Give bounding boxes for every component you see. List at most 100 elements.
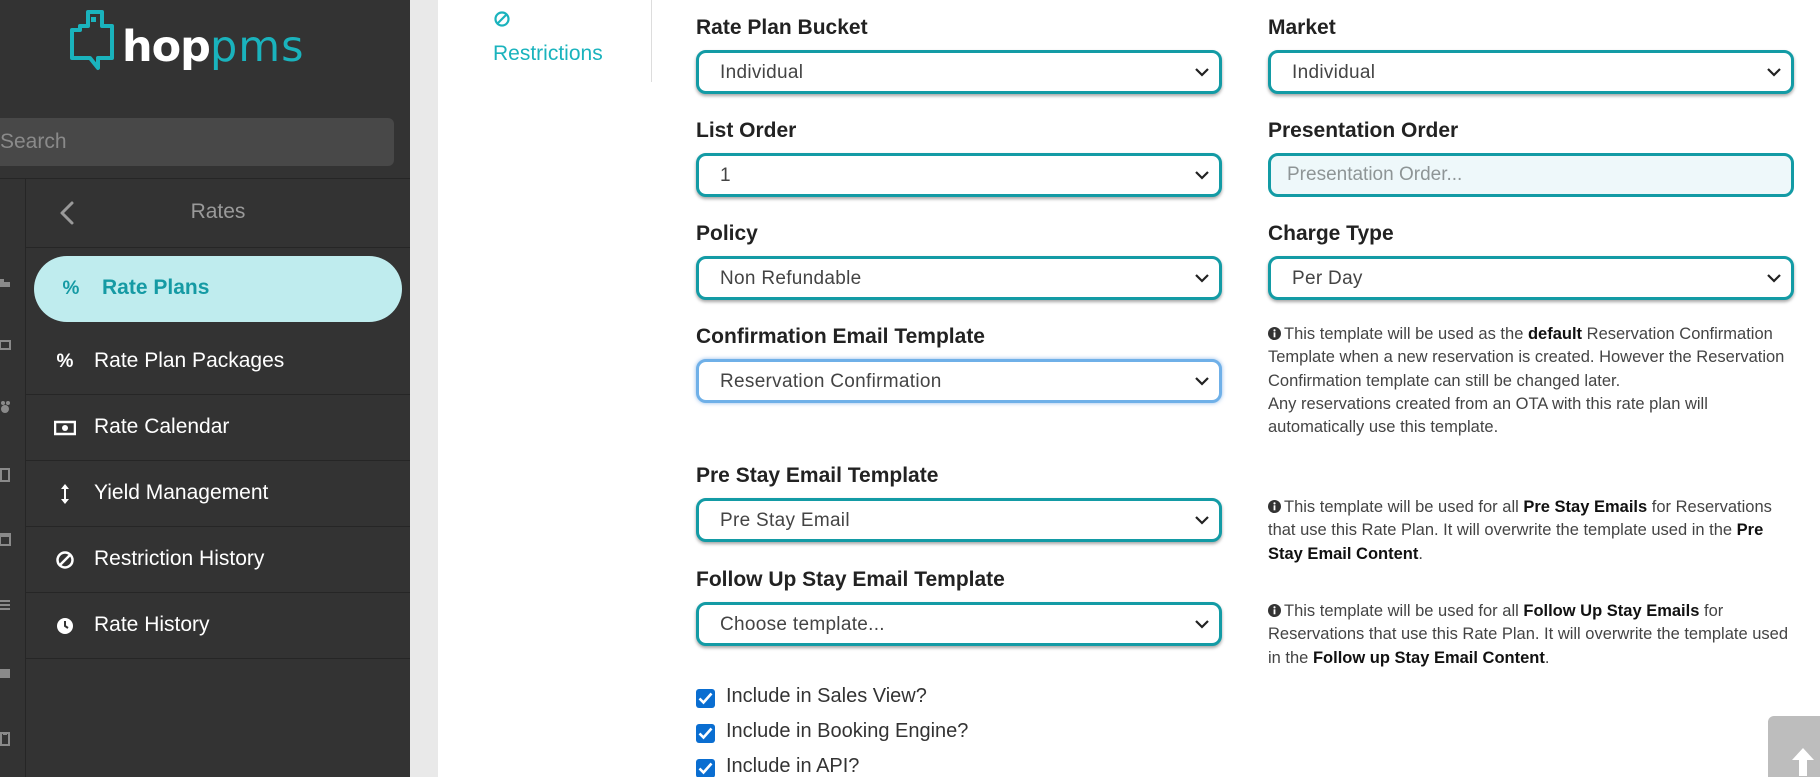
- charge-type-value: Per Day: [1292, 268, 1363, 289]
- clock-icon: [57, 618, 73, 634]
- help-text-part: .: [1544, 648, 1550, 667]
- pre-stay-help-text: This template will be used for all Pre S…: [1268, 496, 1788, 566]
- sidebar-search-input[interactable]: [0, 118, 394, 166]
- presentation-order-label: Presentation Order: [1268, 119, 1459, 142]
- checkbox-label: Include in API?: [726, 755, 860, 777]
- pre-stay-email-template-select[interactable]: Pre Stay Email: [696, 498, 1222, 542]
- sidebar-item-label: Rate Plan Packages: [94, 349, 285, 372]
- percent-icon: %: [56, 351, 74, 372]
- tab-restrictions-label: Restrictions: [493, 42, 603, 65]
- receipt-icon[interactable]: [0, 468, 12, 482]
- list-order-value: 1: [720, 165, 731, 186]
- follow-up-email-template-value: Choose template...: [720, 614, 885, 635]
- follow-up-help-text: This template will be used for all Follo…: [1268, 600, 1788, 670]
- help-text-part: This template will be used for all: [1284, 602, 1524, 620]
- calendar-icon[interactable]: [0, 532, 12, 546]
- rates-section-header: Rates: [26, 178, 410, 248]
- logo-building-icon: [70, 10, 114, 70]
- charge-type-select[interactable]: Per Day: [1268, 256, 1794, 300]
- chevron-down-icon: [1195, 68, 1209, 77]
- list-order-label: List Order: [696, 119, 797, 142]
- help-text-bold: default: [1527, 325, 1583, 343]
- sidebar-item-rate-plan-packages[interactable]: % Rate Plan Packages: [26, 329, 410, 395]
- help-text-bold: Pre Stay Emails: [1523, 498, 1648, 516]
- follow-up-email-template-select[interactable]: Choose template...: [696, 602, 1222, 646]
- help-text-bold: Follow up Stay Email Content: [1312, 648, 1545, 667]
- rate-plan-bucket-label: Rate Plan Bucket: [696, 16, 868, 39]
- sidebar-item-rate-history[interactable]: Rate History: [26, 593, 410, 659]
- content-gutter: [410, 0, 438, 777]
- sidebar-item-rate-calendar[interactable]: Rate Calendar: [26, 395, 410, 461]
- rate-plan-bucket-select[interactable]: Individual: [696, 50, 1222, 94]
- chevron-down-icon: [1767, 274, 1781, 283]
- sidebar: hop pms Rates % Rate Plans % Rate Plan P…: [0, 0, 410, 777]
- vertical-arrows-icon: [61, 484, 69, 504]
- clipboard-icon[interactable]: [0, 732, 12, 746]
- folder-icon[interactable]: [0, 666, 12, 680]
- policy-value: Non Refundable: [720, 268, 862, 289]
- icon-rail: [0, 178, 26, 777]
- chevron-down-icon: [1195, 377, 1209, 386]
- sidebar-item-label: Rate History: [94, 613, 210, 636]
- chevron-down-icon: [1195, 516, 1209, 525]
- paw-icon[interactable]: [0, 400, 12, 414]
- checkbox-checked[interactable]: [696, 759, 715, 777]
- market-value: Individual: [1292, 62, 1376, 83]
- chevron-down-icon: [1195, 620, 1209, 629]
- info-circle-icon: [1268, 500, 1281, 513]
- sidebar-item-label: Rate Calendar: [94, 415, 230, 438]
- confirmation-email-template-label: Confirmation Email Template: [696, 325, 985, 348]
- sidebar-item-restriction-history[interactable]: Restriction History: [26, 527, 410, 593]
- info-circle-icon: [1268, 604, 1281, 617]
- info-circle-icon: [1268, 327, 1281, 340]
- rate-plan-bucket-value: Individual: [720, 62, 804, 83]
- market-label: Market: [1268, 16, 1336, 39]
- checkbox-label: Include in Sales View?: [726, 685, 927, 707]
- charge-type-label: Charge Type: [1268, 222, 1394, 245]
- pre-stay-email-template-label: Pre Stay Email Template: [696, 464, 939, 487]
- arrow-up-icon: [1792, 748, 1814, 776]
- help-text-bold: Follow Up Stay Emails: [1523, 602, 1700, 620]
- sidebar-item-label: Yield Management: [94, 481, 269, 504]
- chevron-down-icon: [1767, 68, 1781, 77]
- ban-icon: [494, 11, 510, 27]
- checkbox-checked[interactable]: [696, 689, 715, 708]
- tab-divider: [651, 0, 652, 82]
- policy-select[interactable]: Non Refundable: [696, 256, 1222, 300]
- pre-stay-email-template-value: Pre Stay Email: [720, 510, 850, 531]
- presentation-order-input[interactable]: [1268, 153, 1794, 197]
- list-icon[interactable]: [0, 598, 12, 612]
- bed-icon[interactable]: [0, 276, 12, 290]
- help-text-part: This template will be used for all: [1284, 498, 1524, 516]
- follow-up-email-template-label: Follow Up Stay Email Template: [696, 568, 1005, 591]
- ban-icon: [56, 551, 74, 569]
- sidebar-item-rate-plans[interactable]: % Rate Plans: [34, 256, 402, 322]
- check-icon: [698, 692, 713, 705]
- help-text-part: This template will be used as the: [1284, 325, 1528, 343]
- check-icon: [698, 762, 713, 775]
- check-icon: [698, 727, 713, 740]
- help-text-part: Any reservations created from an OTA wit…: [1268, 394, 1708, 437]
- chevron-down-icon: [1195, 274, 1209, 283]
- tab-restrictions[interactable]: Restrictions: [493, 8, 653, 78]
- confirmation-email-template-select[interactable]: Reservation Confirmation: [696, 359, 1222, 403]
- logo-text-secondary: pms: [210, 22, 305, 72]
- percent-icon: %: [62, 278, 80, 299]
- market-select[interactable]: Individual: [1268, 50, 1794, 94]
- sidebar-item-yield-management[interactable]: Yield Management: [26, 461, 410, 527]
- help-text-part: .: [1418, 544, 1423, 563]
- logo-text-primary: hop: [122, 22, 211, 72]
- chevron-down-icon: [1195, 171, 1209, 180]
- scroll-to-top-button[interactable]: [1768, 716, 1820, 777]
- list-order-select[interactable]: 1: [696, 153, 1222, 197]
- sidebar-item-label: Restriction History: [94, 547, 265, 570]
- confirmation-help-text: This template will be used as the defaul…: [1268, 323, 1788, 439]
- checkbox-label: Include in Booking Engine?: [726, 720, 969, 742]
- sidebar-item-label: Rate Plans: [102, 276, 210, 299]
- money-bill-icon: [54, 420, 76, 436]
- logo: hop pms: [68, 8, 308, 78]
- policy-label: Policy: [696, 222, 758, 245]
- money-icon[interactable]: [0, 338, 12, 352]
- checkbox-checked[interactable]: [696, 724, 715, 743]
- confirmation-email-template-value: Reservation Confirmation: [720, 371, 942, 392]
